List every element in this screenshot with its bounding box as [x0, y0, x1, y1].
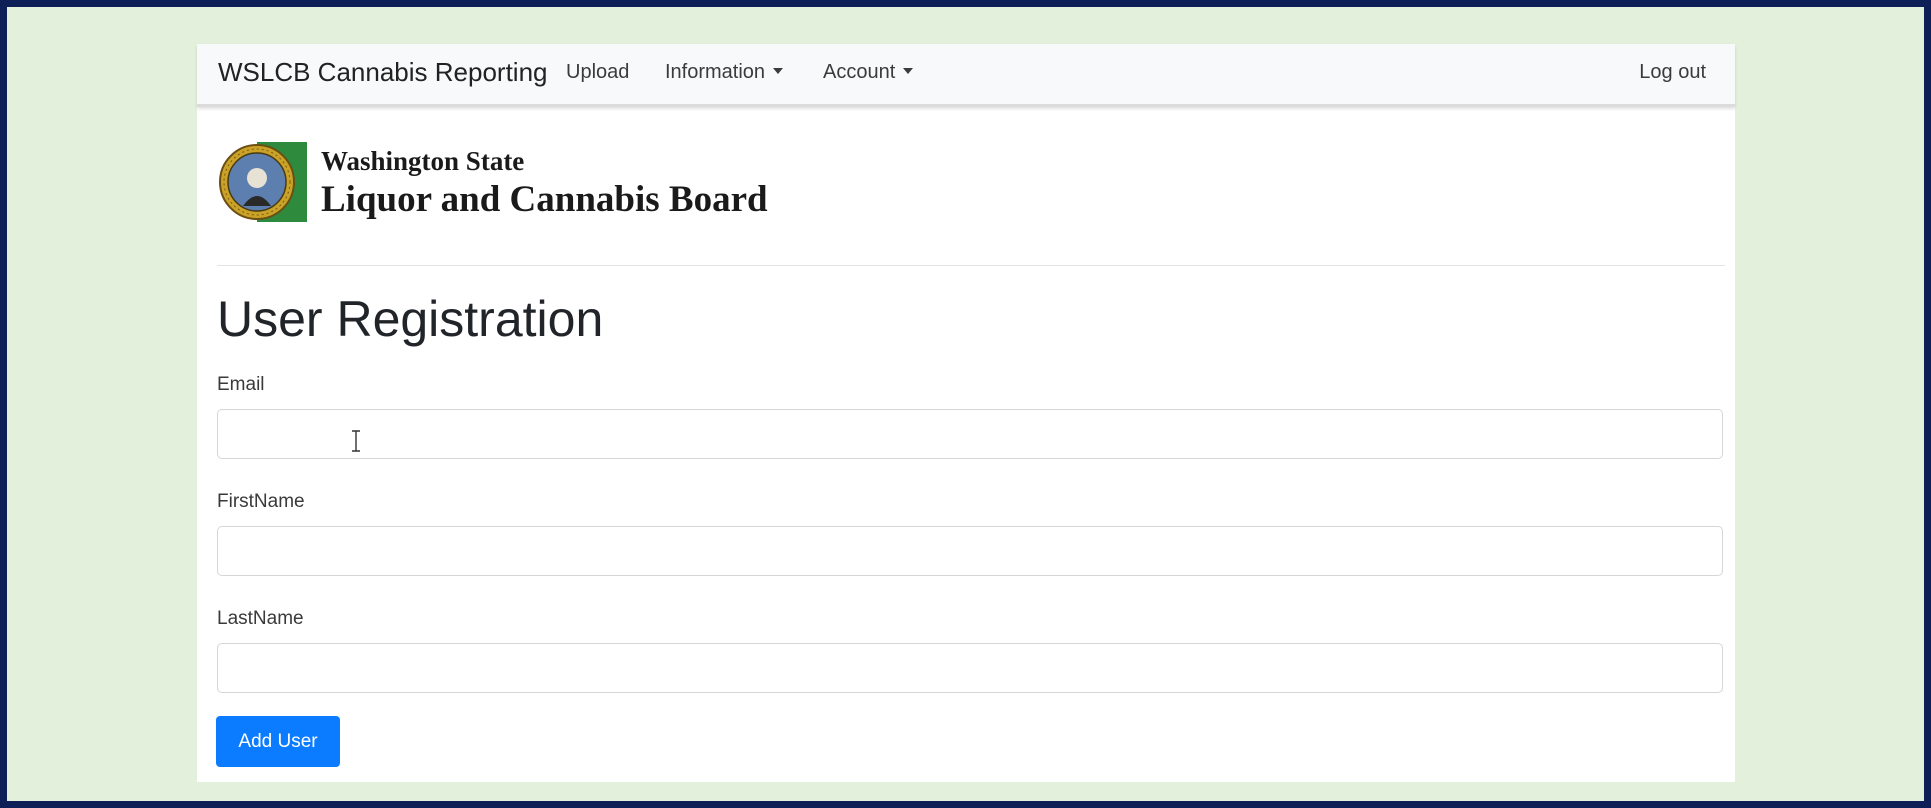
header-divider [217, 265, 1725, 266]
nav-information-label: Information [665, 61, 766, 83]
text-cursor-icon [352, 430, 360, 452]
nav-account-label: Account [823, 61, 896, 83]
nav-information-dropdown[interactable]: Information [665, 61, 784, 84]
chevron-down-icon [903, 68, 914, 74]
add-user-button[interactable]: Add User [216, 716, 340, 767]
state-seal-icon [219, 142, 307, 222]
email-field[interactable] [217, 409, 1723, 459]
last-name-field[interactable] [217, 643, 1723, 693]
nav-account-dropdown[interactable]: Account [823, 61, 914, 84]
nav-upload[interactable]: Upload [566, 61, 629, 84]
screenshot-frame: WSLCB Cannabis Reporting Upload Informat… [7, 7, 1924, 801]
last-name-label: LastName [217, 608, 304, 629]
navbar-brand[interactable]: WSLCB Cannabis Reporting [218, 57, 548, 88]
page-title: User Registration [217, 291, 604, 347]
org-name-line2: Liquor and Cannabis Board [321, 179, 768, 220]
app-page: WSLCB Cannabis Reporting Upload Informat… [197, 44, 1735, 782]
agency-logo: Washington State Liquor and Cannabis Boa… [217, 142, 817, 242]
chevron-down-icon [773, 68, 784, 74]
top-navbar: WSLCB Cannabis Reporting Upload Informat… [197, 44, 1735, 107]
first-name-label: FirstName [217, 491, 305, 512]
email-label: Email [217, 374, 265, 395]
first-name-field[interactable] [217, 526, 1723, 576]
logout-link[interactable]: Log out [1639, 61, 1706, 84]
org-name-line1: Washington State [321, 146, 525, 176]
